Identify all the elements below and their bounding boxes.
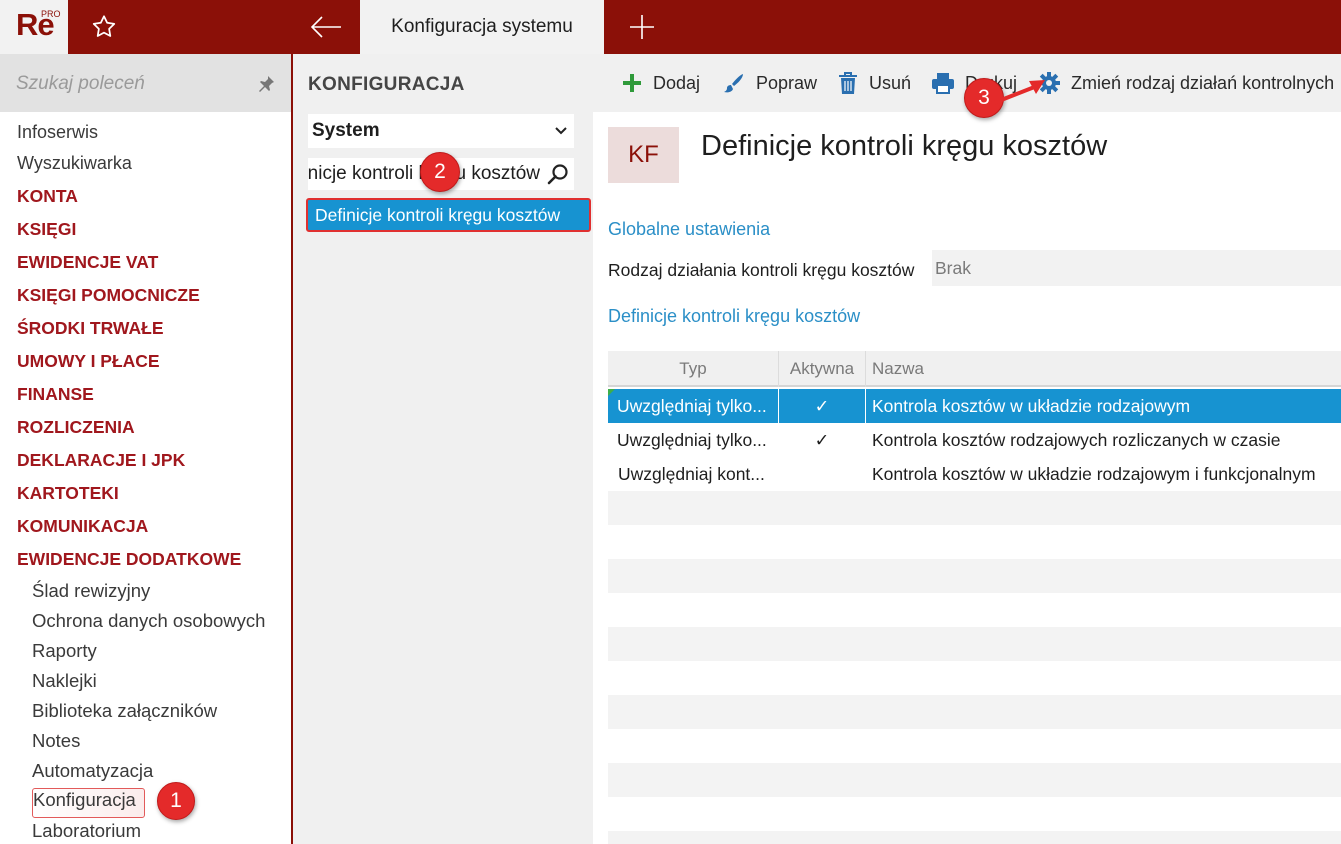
column-header-aktywna[interactable]: Aktywna: [779, 351, 865, 387]
add-tab-plus-icon[interactable]: [620, 8, 664, 46]
command-search-bar: [0, 54, 291, 112]
checkmark-icon: ✓: [814, 429, 830, 450]
step-callout-1: 1: [157, 782, 195, 820]
nav-sub-automatyzacja[interactable]: Automatyzacja: [32, 760, 153, 782]
empty-row: [608, 763, 1341, 797]
config-category-value: System: [312, 120, 380, 141]
control-type-label: Rodzaj działania kontroli kręgu kosztów: [608, 260, 915, 280]
cell-typ: Uwzględniaj kont...: [618, 463, 765, 484]
empty-row: [608, 797, 1341, 831]
definitions-grid: Typ Aktywna Nazwa Uwzględniaj tylko... ✓…: [608, 351, 1341, 844]
control-type-value[interactable]: Brak: [932, 250, 1341, 286]
nav-section-finanse[interactable]: FINANSE: [17, 384, 94, 405]
nav-sub-naklejki[interactable]: Naklejki: [32, 670, 97, 692]
config-panel-title: KONFIGURACJA: [308, 74, 465, 95]
nav-section-konta[interactable]: KONTA: [17, 186, 78, 207]
cell-divider: [865, 389, 866, 423]
cell-typ: Uwzględniaj tylko...: [617, 395, 767, 416]
tab-konfiguracja-systemu[interactable]: Konfiguracja systemu: [360, 0, 604, 54]
change-control-type-label: Zmień rodzaj działań kontrolnych: [1071, 72, 1335, 93]
magnifier-search-icon[interactable]: [546, 162, 570, 186]
nav-section-kartoteki[interactable]: KARTOTEKI: [17, 483, 119, 504]
table-row[interactable]: Uwzględniaj tylko... ✓ Kontrola kosztów …: [608, 423, 1341, 457]
nav-section-ewidencje-dodatkowe[interactable]: EWIDENCJE DODATKOWE: [17, 549, 241, 570]
brush-icon: [724, 74, 743, 93]
empty-row: [608, 831, 1341, 844]
plus-icon: [623, 74, 641, 92]
nav-section-komunikacja[interactable]: KOMUNIKACJA: [17, 516, 148, 537]
nav-sub-raporty[interactable]: Raporty: [32, 640, 97, 662]
back-arrow-icon[interactable]: [300, 8, 352, 46]
nav-sub-ochrona-danych[interactable]: Ochrona danych osobowych: [32, 610, 265, 632]
empty-row: [608, 695, 1341, 729]
nav-sub-konfiguracja[interactable]: Konfiguracja: [32, 788, 145, 818]
empty-row: [608, 627, 1341, 661]
delete-button[interactable]: Usuń: [837, 67, 911, 99]
table-row[interactable]: Uwzględniaj kont... Kontrola kosztów w u…: [608, 457, 1341, 491]
pin-icon[interactable]: [256, 74, 276, 94]
cell-nazwa: Kontrola kosztów rodzajowych rozliczanyc…: [872, 429, 1281, 450]
table-row[interactable]: Uwzględniaj tylko... ✓ Kontrola kosztów …: [608, 389, 1341, 423]
definitions-section-header[interactable]: Definicje kontroli kręgu kosztów: [608, 306, 860, 327]
nav-sub-slad-rewizyjny[interactable]: Ślad rewizyjny: [32, 580, 150, 602]
nav-section-rozliczenia[interactable]: ROZLICZENIA: [17, 417, 135, 438]
cell-nazwa: Kontrola kosztów w układzie rodzajowym i…: [872, 463, 1316, 484]
command-search-input[interactable]: [16, 70, 246, 98]
chevron-down-icon: [555, 127, 567, 135]
favorites-star-icon[interactable]: [80, 8, 128, 46]
nav-section-deklaracje-i-jpk[interactable]: DEKLARACJE I JPK: [17, 450, 185, 471]
page-title: Definicje kontroli kręgu kosztów: [701, 130, 1108, 162]
empty-row: [608, 491, 1341, 525]
config-item-definicje-kontroli[interactable]: Definicje kontroli kręgu kosztów: [306, 198, 591, 232]
edit-button[interactable]: Popraw: [722, 67, 817, 99]
empty-row: [608, 525, 1341, 559]
add-button-label: Dodaj: [653, 72, 701, 93]
column-header-typ[interactable]: Typ: [608, 351, 778, 387]
grid-header: Typ Aktywna Nazwa: [608, 351, 1341, 387]
app-logo[interactable]: Re PRO: [0, 0, 68, 54]
delete-button-label: Usuń: [869, 72, 912, 93]
nav-sub-biblioteka-zalacznikow[interactable]: Biblioteka załączników: [32, 700, 217, 722]
empty-row: [608, 729, 1341, 763]
top-bar: Re PRO Konfiguracja systemu: [0, 0, 1341, 54]
cell-nazwa: Kontrola kosztów w układzie rodzajowym: [872, 395, 1191, 416]
nav-sub-notes[interactable]: Notes: [32, 730, 80, 752]
change-control-type-button[interactable]: Zmień rodzaj działań kontrolnych: [1037, 67, 1334, 99]
nav-item-infoserwis[interactable]: Infoserwis: [17, 122, 98, 143]
module-badge: KF: [608, 127, 679, 183]
nav-section-ksiegi-pomocnicze[interactable]: KSIĘGI POMOCNICZE: [17, 285, 200, 306]
row-status-marker: [608, 389, 615, 396]
main-content: Dodaj Popraw Usuń Drukuj Zmień rodzaj dz…: [593, 54, 1341, 844]
config-category-select[interactable]: System: [308, 114, 574, 148]
nav-section-umowy-i-place[interactable]: UMOWY I PŁACE: [17, 351, 160, 372]
checkmark-icon: [779, 457, 865, 491]
step-callout-2: 2: [420, 152, 460, 192]
nav-item-wyszukiwarka[interactable]: Wyszukiwarka: [17, 153, 132, 174]
empty-row: [608, 661, 1341, 695]
column-divider: [865, 351, 866, 387]
nav-sub-laboratorium[interactable]: Laboratorium: [32, 820, 141, 842]
edit-button-label: Popraw: [756, 72, 818, 93]
checkmark-icon: ✓: [814, 395, 830, 416]
add-button[interactable]: Dodaj: [621, 67, 700, 99]
empty-row: [608, 559, 1341, 593]
trash-icon: [839, 72, 857, 94]
logo-badge: PRO: [41, 9, 61, 19]
nav-section-ksiegi[interactable]: KSIĘGI: [17, 219, 76, 240]
nav-section-srodki-trwale[interactable]: ŚRODKI TRWAŁE: [17, 318, 164, 339]
empty-row: [608, 593, 1341, 627]
column-header-nazwa[interactable]: Nazwa: [872, 351, 1332, 387]
global-settings-header[interactable]: Globalne ustawienia: [608, 219, 770, 240]
callout-arrow-icon: [989, 80, 1045, 106]
printer-icon: [932, 73, 954, 94]
left-navigation: Infoserwis Wyszukiwarka KONTA KSIĘGI EWI…: [0, 54, 291, 844]
nav-section-ewidencje-vat[interactable]: EWIDENCJE VAT: [17, 252, 158, 273]
cell-typ: Uwzględniaj tylko...: [617, 429, 767, 450]
